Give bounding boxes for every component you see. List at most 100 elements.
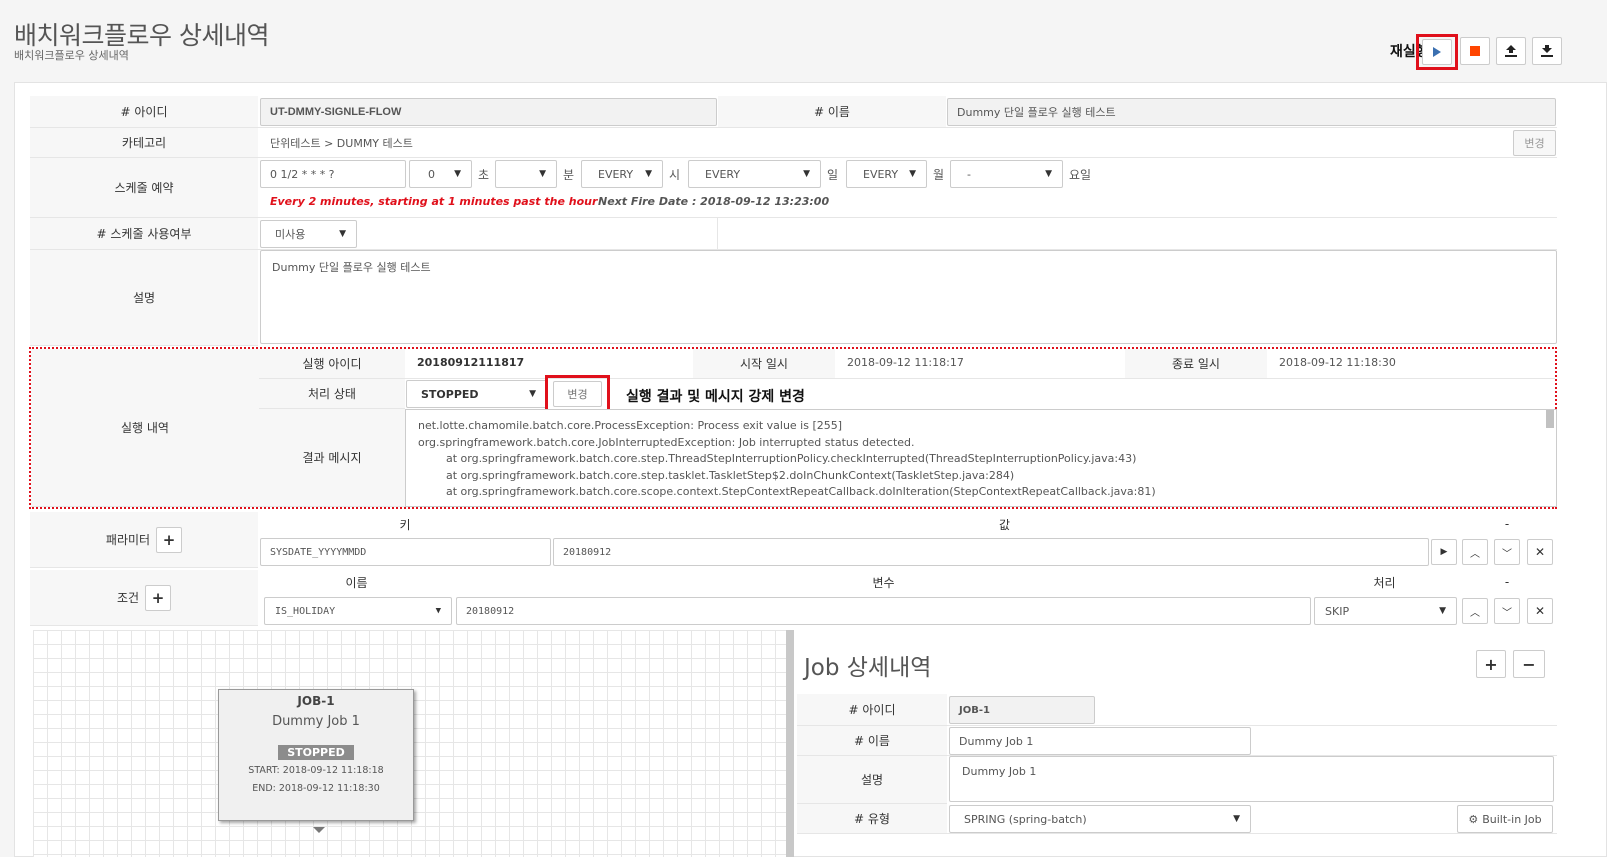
status-change-button[interactable]: 변경 [553,381,602,407]
start-value: 2018-09-12 11:18:17 [847,356,964,369]
weekday-unit: 요일 [1069,168,1092,182]
job-add-button[interactable]: + [1476,650,1506,678]
schedule-use-label: # 스케줄 사용여부 [30,218,258,250]
status-select[interactable]: STOPPED ▼ [406,380,547,408]
cond-name-select[interactable]: IS_HOLIDAY ▼ [264,597,452,625]
cron-description: Every 2 minutes, starting at 1 minutes p… [270,195,598,208]
weekday-select[interactable]: - ▼ [950,160,1063,188]
chevron-down-icon: ▼ [435,606,441,616]
message-textarea[interactable]: net.lotte.chamomile.batch.core.ProcessEx… [405,409,1557,507]
cond-var-header: 변수 [872,575,895,590]
change-annotation: 실행 결과 및 메시지 강제 변경 [626,389,805,405]
add-condition-button[interactable]: + [145,584,172,611]
upload-button[interactable] [1496,37,1526,65]
id-field[interactable]: UT-DMMY-SIGNLE-FLOW [260,98,717,126]
divider [717,218,718,250]
cond-delete-button[interactable]: ✕ [1527,598,1553,624]
job-id-label: # 아이디 [797,694,947,726]
param-up-button[interactable]: ︿ [1462,539,1488,565]
job-desc-textarea[interactable]: Dummy Job 1 [949,756,1554,802]
conditions-label-cell: 조건 + [30,570,258,626]
param-down-button[interactable]: ﹀ [1494,539,1520,565]
cond-proc-value: SKIP [1325,604,1350,618]
job-remove-button[interactable]: − [1513,650,1545,678]
gear-icon: ⚙ [1468,812,1479,826]
second-select[interactable]: 0 ▼ [409,160,472,188]
day-select[interactable]: EVERY ▼ [688,160,821,188]
message-scrollbar[interactable] [1546,410,1554,428]
job-node-start: START: 2018-09-12 11:18:18 [248,765,384,776]
category-change-button[interactable]: 변경 [1513,130,1556,156]
builtin-job-button[interactable]: ⚙ Built-in Job [1457,805,1553,833]
minus-icon: − [1522,654,1536,674]
category-label: 카테고리 [30,128,258,158]
param-key-input[interactable]: SYSDATE_YYYYMMDD [260,538,551,566]
canvas-splitter[interactable] [786,630,794,857]
chevron-down-icon: ▼ [1439,606,1446,616]
status-label: 처리 상태 [259,379,405,409]
job-type-select[interactable]: SPRING (spring-batch) ▼ [949,805,1251,833]
cond-var-input[interactable]: 20180912 [456,597,1311,625]
end-value: 2018-09-12 11:18:30 [1279,356,1396,369]
plus-icon: + [1484,654,1498,674]
cond-proc-header: 처리 [1373,575,1396,590]
hour-unit: 시 [669,168,681,182]
message-label: 결과 메시지 [259,409,405,507]
download-icon [1541,45,1553,57]
page: 배치워크플로우 상세내역 배치워크플로우 상세내역 재실행 # 아이디 UT-D… [0,0,1607,857]
stop-button[interactable] [1460,37,1490,65]
chevron-down-icon: ▼ [539,169,546,179]
caret-right-icon: ▶ [1440,547,1448,557]
close-icon: ✕ [1534,604,1546,618]
param-key-header: 키 [399,517,411,532]
message-line: org.springframework.batch.core.JobInterr… [418,435,915,449]
message-line: net.lotte.chamomile.batch.core.ProcessEx… [418,419,843,432]
cron-input[interactable]: 0 1/2 * * * ? [260,160,406,188]
add-param-button[interactable]: + [156,526,183,553]
hour-select[interactable]: EVERY ▼ [581,160,663,188]
job-name-input[interactable]: Dummy Job 1 [949,727,1251,755]
message-line: at org.springframework.batch.core.scope.… [418,485,1156,498]
schedule-use-cell [258,218,1557,250]
cond-dash-header: - [1504,575,1510,589]
cond-proc-select[interactable]: SKIP ▼ [1314,597,1457,625]
job-name-label: # 이름 [797,726,947,756]
cond-up-button[interactable]: ︿ [1462,598,1488,624]
chevron-down-icon: ▼ [803,169,810,179]
day-value: EVERY [705,167,741,181]
second-value: 0 [428,167,435,181]
status-value: STOPPED [421,387,479,401]
second-unit: 초 [478,168,490,182]
conditions-label: 조건 [116,591,140,605]
minute-select[interactable]: ▼ [495,160,557,188]
job-id-field[interactable]: JOB-1 [949,696,1095,724]
param-value-input[interactable]: 20180912 [553,538,1429,566]
desc-textarea[interactable]: Dummy 단일 플로우 실행 테스트 [260,250,1557,344]
start-label: 시작 일시 [693,349,835,379]
chevron-down-icon: ▼ [1045,169,1052,179]
play-button[interactable] [1422,39,1452,65]
param-expand-button[interactable]: ▶ [1431,539,1457,565]
name-field[interactable]: Dummy 단일 플로우 실행 테스트 [947,98,1556,126]
cond-down-button[interactable]: ﹀ [1494,598,1520,624]
desc-label: 설명 [30,250,258,346]
job-node-connector-icon [313,827,325,833]
job-type-value: SPRING (spring-batch) [964,812,1087,826]
job-node-end: END: 2018-09-12 11:18:30 [252,783,380,794]
name-label: # 이름 [718,96,946,128]
chevron-down-icon: ﹀ [1502,607,1512,619]
category-cell [258,128,1557,158]
exec-id-value: 20180912111817 [417,356,525,369]
exec-section-label: 실행 내역 [31,349,259,507]
cond-name-header: 이름 [345,575,368,590]
builtin-job-label: Built-in Job [1482,812,1542,826]
param-dash-header: - [1504,517,1510,531]
job-node-title: JOB-1 [297,694,335,708]
params-label-cell: 패라미터 + [30,512,258,568]
download-button[interactable] [1532,37,1562,65]
stop-icon [1470,46,1480,56]
job-node[interactable]: JOB-1 Dummy Job 1 STOPPED START: 2018-09… [218,689,414,821]
param-delete-button[interactable]: ✕ [1527,539,1553,565]
schedule-use-select[interactable]: 미사용 ▼ [260,220,357,248]
month-select[interactable]: EVERY ▼ [846,160,927,188]
